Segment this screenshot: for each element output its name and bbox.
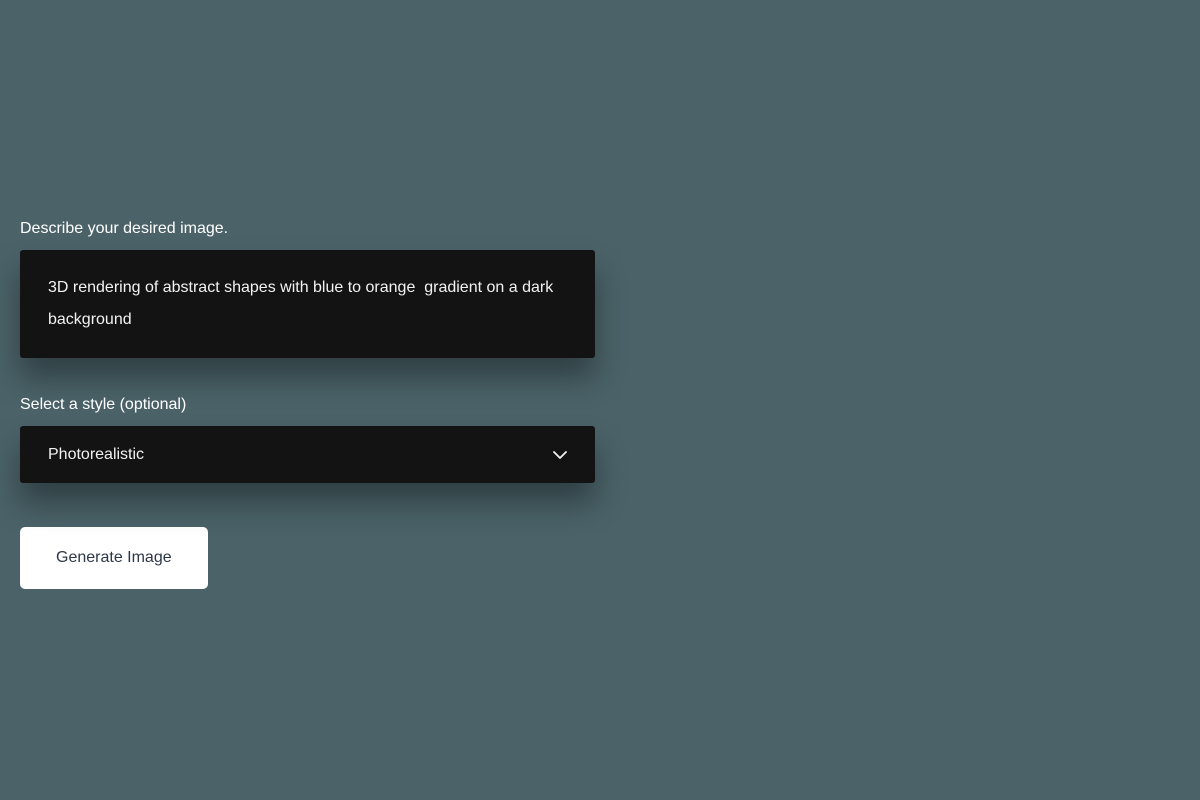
prompt-label: Describe your desired image. xyxy=(20,220,600,238)
style-label: Select a style (optional) xyxy=(20,396,600,414)
generate-image-button[interactable]: Generate Image xyxy=(20,527,208,589)
image-gen-form: Describe your desired image. 3D renderin… xyxy=(20,220,600,589)
style-select[interactable]: Photorealistic xyxy=(20,426,595,483)
style-select-wrapper: Photorealistic xyxy=(20,426,595,483)
prompt-textarea[interactable]: 3D rendering of abstract shapes with blu… xyxy=(20,250,595,358)
